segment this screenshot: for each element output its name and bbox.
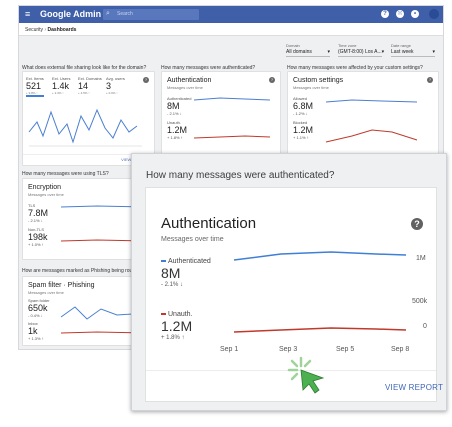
allowed-mini-stat: Allowed 6.8M - 1.2% ↓ bbox=[293, 96, 313, 116]
domain-filter[interactable]: Domain All domains ▾ bbox=[286, 43, 330, 57]
unauth-series-line bbox=[233, 327, 407, 333]
question-tls: How many messages were using TLS? bbox=[22, 171, 109, 177]
card-title: Authentication bbox=[167, 77, 212, 84]
help-icon[interactable]: ? bbox=[381, 10, 389, 18]
stat-ext-domains[interactable]: Ext. Domains 14 + 4.5% ↑ bbox=[78, 76, 102, 95]
card-custom-settings: Custom settings Messages over time ? All… bbox=[287, 71, 439, 166]
search-icon: ⌕ bbox=[106, 10, 110, 17]
timezone-filter-value: (GMT-8:00) Los A... bbox=[338, 49, 382, 55]
stat-change: + 9.8% ↑ bbox=[26, 91, 38, 95]
stat-change: - 1.2% ↓ bbox=[293, 111, 308, 116]
card-authentication-small: Authentication Messages over time ? Auth… bbox=[161, 71, 281, 166]
stat-value: 198k bbox=[28, 232, 48, 242]
top-app-bar: ≡ Google Admin ⌕ Search ? ⁙ • bbox=[19, 6, 443, 23]
stat-value: 8M bbox=[167, 101, 180, 111]
stat-value: 1.2M bbox=[293, 125, 314, 135]
stat-change: - 0.4% ↓ bbox=[28, 313, 43, 318]
blocked-mini-stat: Blocked 1.2M + 1.1% ↑ bbox=[293, 120, 313, 140]
menu-icon[interactable]: ≡ bbox=[25, 10, 30, 19]
stat-value: 1.4k bbox=[52, 81, 70, 91]
sharing-trend-chart bbox=[28, 108, 142, 147]
authenticated-series-line bbox=[233, 251, 407, 261]
stat-change: + 4.5% ↑ bbox=[78, 91, 90, 95]
stat-change: + 1.3% ↑ bbox=[28, 336, 44, 341]
card-title: Custom settings bbox=[293, 77, 344, 84]
stat-change: - 2.1% ↓ bbox=[28, 218, 43, 223]
x-tick-sep3: Sep 3 bbox=[279, 346, 297, 353]
breadcrumb: Security › Dashboards bbox=[19, 23, 443, 36]
axis-label-mid: 500k bbox=[412, 298, 428, 305]
stat-ext-users[interactable]: Ext. Users 1.4k + 2.3% ↑ bbox=[52, 76, 70, 95]
auth-trend-chart: 1M 500k 0 Sep 1 Sep 3 Sep 5 Sep 8 bbox=[220, 251, 428, 353]
stat-value: 7.8M bbox=[28, 208, 49, 218]
stat-value: 1k bbox=[28, 326, 38, 336]
timezone-filter[interactable]: Time zone (GMT-8:00) Los A... ▾ bbox=[338, 43, 385, 57]
mini-custom-chart bbox=[325, 99, 418, 143]
view-report-link[interactable]: VIEW REPORT bbox=[385, 383, 443, 392]
stat-change: + 2.3% ↑ bbox=[52, 91, 64, 95]
notifications-icon[interactable]: • bbox=[411, 10, 419, 18]
date-range-filter-value: Last week bbox=[391, 49, 414, 55]
dropdown-arrow-icon: ▾ bbox=[432, 49, 435, 55]
non-tls-mini-stat: Non-TLS 198k + 1.0% ↑ bbox=[28, 227, 48, 247]
timezone-filter-label: Time zone bbox=[338, 43, 357, 48]
domain-filter-label: Domain bbox=[286, 43, 300, 48]
help-icon[interactable]: ? bbox=[269, 77, 275, 83]
help-icon[interactable]: ? bbox=[143, 77, 149, 83]
breadcrumb-current: Dashboards bbox=[47, 27, 77, 33]
brand-title[interactable]: Google Admin bbox=[40, 9, 101, 19]
stat-change: + 1.0% ↑ bbox=[28, 242, 44, 247]
click-cursor-icon bbox=[287, 356, 325, 394]
inbox-mini-stat: Inbox 1k + 1.3% ↑ bbox=[28, 321, 44, 341]
spam-folder-mini-stat: Spam folder 650k - 0.4% ↓ bbox=[28, 298, 50, 318]
breadcrumb-parent[interactable]: Security bbox=[25, 27, 43, 33]
stat-value: 14 bbox=[78, 81, 89, 91]
stat-value: 1.2M bbox=[167, 125, 188, 135]
x-tick-sep8: Sep 8 bbox=[391, 346, 409, 353]
card-title: Encryption bbox=[28, 184, 62, 191]
x-tick-sep1: Sep 1 bbox=[220, 346, 238, 353]
help-icon[interactable]: ? bbox=[427, 77, 433, 83]
date-range-filter[interactable]: Date range Last week ▾ bbox=[391, 43, 435, 57]
unauth-mini-stat: Unauth. 1.2M + 1.8% ↑ bbox=[167, 120, 187, 140]
question-phishing: How are messages marked as Phishing bein… bbox=[22, 268, 143, 274]
authenticated-mini-stat: Authenticated 8M - 2.1% ↓ bbox=[167, 96, 191, 116]
card-external-sharing: Ext. Items 521 + 9.8% ↑ Ext. Users 1.4k … bbox=[22, 71, 155, 166]
stat-change: - 2.1% ↓ bbox=[167, 111, 182, 116]
stat-avg-users[interactable]: Avg. users 3 + 0.0% ↑ bbox=[106, 76, 125, 95]
stat-ext-items[interactable]: Ext. Items 521 + 9.8% ↑ bbox=[26, 76, 44, 97]
axis-label-top: 1M bbox=[416, 255, 426, 262]
domain-filter-value: All domains bbox=[286, 49, 312, 55]
axis-label-bottom: 0 bbox=[423, 323, 427, 330]
stat-change: + 0.0% ↑ bbox=[106, 91, 118, 95]
avatar[interactable] bbox=[429, 9, 439, 19]
card-title: Spam filter · Phishing bbox=[28, 282, 95, 289]
dropdown-arrow-icon: ▾ bbox=[327, 49, 330, 55]
date-range-filter-label: Date range bbox=[391, 43, 411, 48]
mini-auth-chart bbox=[193, 97, 271, 139]
stat-value: 3 bbox=[106, 81, 112, 91]
search-box[interactable]: ⌕ Search bbox=[103, 9, 199, 20]
zoom-question: How many messages were authenticated? bbox=[146, 170, 335, 181]
stat-value: 650k bbox=[28, 303, 48, 313]
tls-mini-stat: TLS 7.8M - 2.1% ↓ bbox=[28, 203, 48, 223]
dropdown-arrow-icon: ▾ bbox=[381, 49, 385, 55]
stat-value: 6.8M bbox=[293, 101, 314, 111]
stat-value: 521 bbox=[26, 81, 42, 91]
x-tick-sep5: Sep 5 bbox=[336, 346, 354, 353]
stat-change: + 1.8% ↑ bbox=[167, 135, 183, 140]
search-placeholder: Search bbox=[117, 11, 133, 17]
stat-change: + 1.1% ↑ bbox=[293, 135, 309, 140]
apps-icon[interactable]: ⁙ bbox=[396, 10, 404, 18]
